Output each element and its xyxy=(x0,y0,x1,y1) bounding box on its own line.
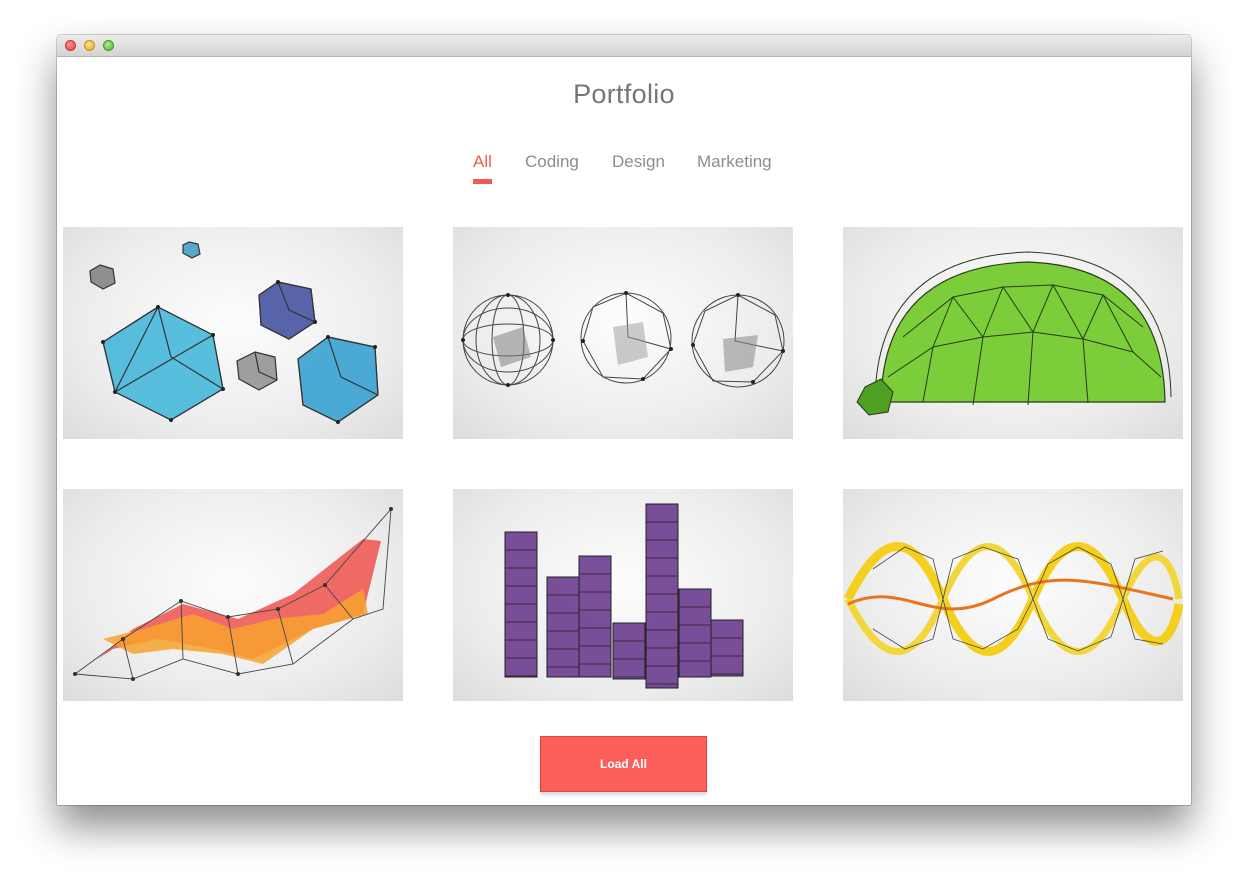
portfolio-item-wire-spheres[interactable] xyxy=(453,227,793,439)
polyhedra-image xyxy=(89,241,379,424)
tab-marketing[interactable]: Marketing xyxy=(697,152,772,172)
load-all-button[interactable]: Load All xyxy=(540,736,707,792)
tab-label: All xyxy=(473,152,492,171)
portfolio-item-polyhedra[interactable] xyxy=(63,227,403,439)
tab-all[interactable]: All xyxy=(473,152,492,184)
tab-label: Coding xyxy=(525,152,579,171)
portfolio-item-helix[interactable] xyxy=(843,489,1183,701)
tab-label: Design xyxy=(612,152,665,171)
green-dome-image xyxy=(856,251,1172,416)
purple-bars-image xyxy=(504,503,744,689)
window-titlebar xyxy=(57,35,1191,57)
tab-design[interactable]: Design xyxy=(612,152,665,172)
zoom-window-button[interactable] xyxy=(103,40,114,51)
active-tab-indicator xyxy=(473,179,492,184)
helix-image xyxy=(843,542,1183,656)
close-window-button[interactable] xyxy=(65,40,76,51)
page-title: Portfolio xyxy=(573,79,675,109)
wire-spheres-image xyxy=(461,291,785,388)
portfolio-filter-tabs: All Coding Design Marketing xyxy=(57,152,1191,192)
portfolio-item-green-dome[interactable] xyxy=(843,227,1183,439)
ribbon-image xyxy=(73,507,393,681)
portfolio-item-purple-bars[interactable] xyxy=(453,489,793,701)
portfolio-item-ribbon[interactable] xyxy=(63,489,403,701)
tab-label: Marketing xyxy=(697,152,772,171)
tab-coding[interactable]: Coding xyxy=(525,152,579,172)
browser-window: Portfolio All Coding Design Marketing Lo… xyxy=(57,35,1191,805)
minimize-window-button[interactable] xyxy=(84,40,95,51)
